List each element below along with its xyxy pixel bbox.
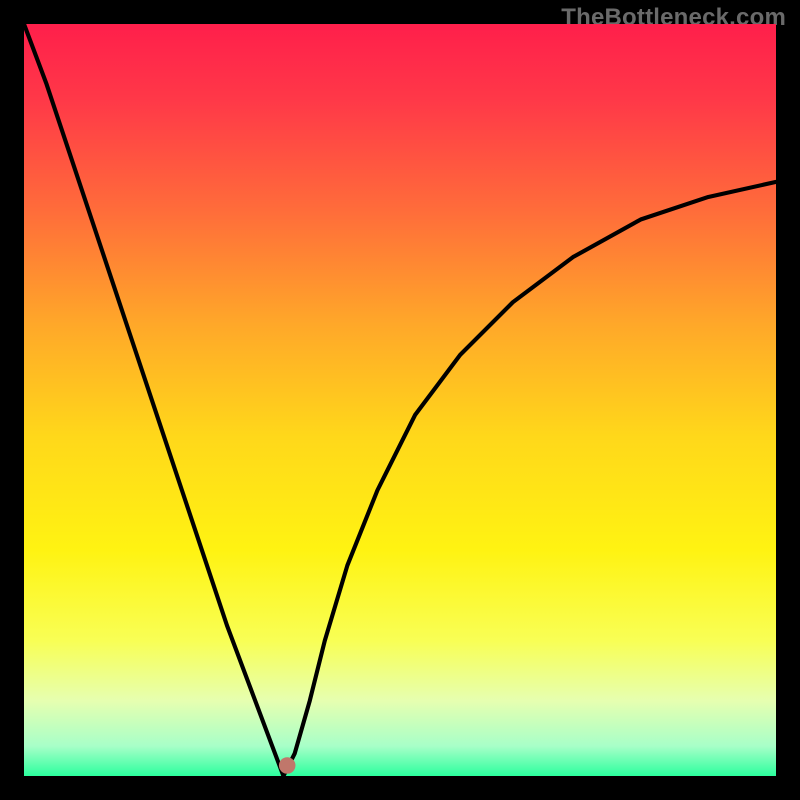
chart-svg [24, 24, 776, 776]
gradient-background [24, 24, 776, 776]
plot-area [24, 24, 776, 776]
min-marker [279, 757, 296, 774]
chart-frame: TheBottleneck.com [0, 0, 800, 800]
